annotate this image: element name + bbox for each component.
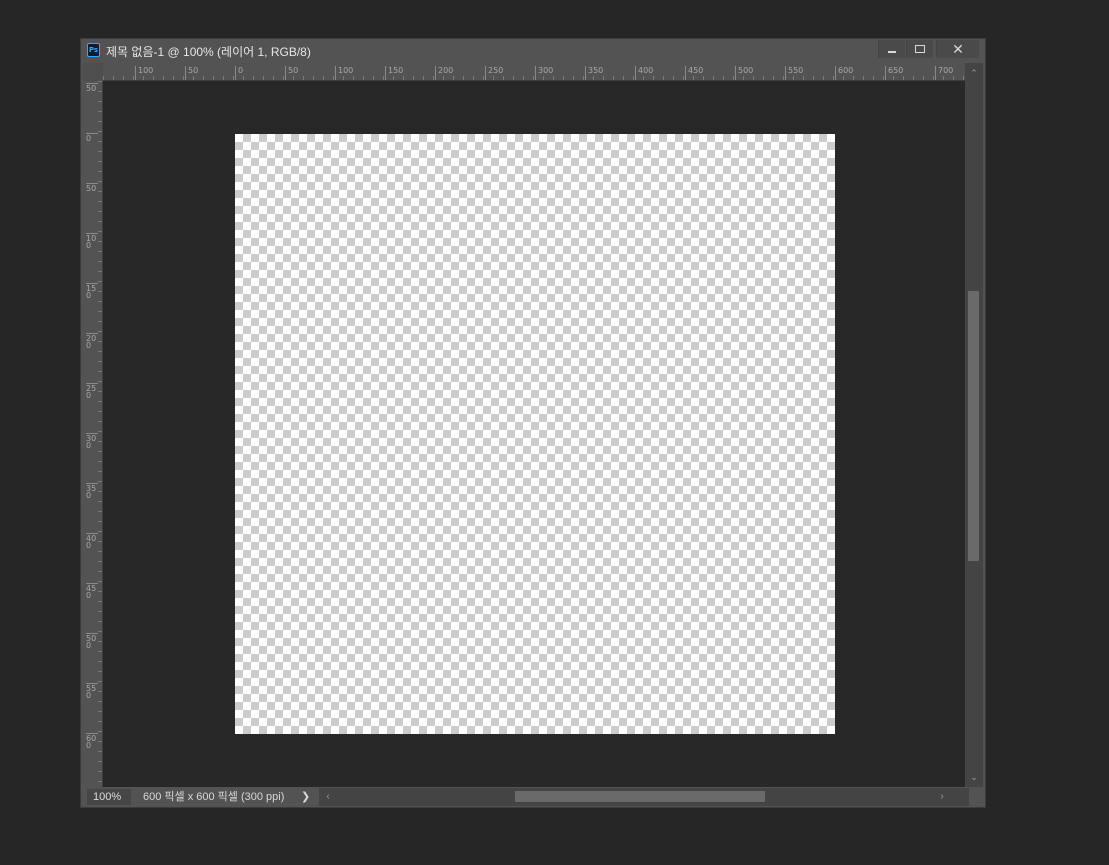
status-bar: 100% 600 픽셀 x 600 픽셀 (300 ppi) ❯ ‹ ›: [83, 787, 983, 807]
transparent-canvas[interactable]: [235, 134, 835, 734]
scroll-down-icon[interactable]: ⌄: [965, 769, 983, 785]
ruler-v-label: 50: [86, 183, 98, 193]
close-button[interactable]: ✕: [936, 40, 979, 58]
ruler-h-label: 100: [335, 66, 353, 80]
photoshop-icon: Ps: [87, 43, 100, 57]
ruler-h-label: 600: [835, 66, 853, 80]
scroll-right-icon[interactable]: ›: [935, 788, 949, 806]
ruler-v-label: 500: [86, 633, 98, 650]
ruler-v-label: 200: [86, 333, 98, 350]
ruler-v-label: 550: [86, 683, 98, 700]
vertical-ruler[interactable]: 50 0 50 100 150 200 250 300 350 400 450 500 550 600: [83, 81, 103, 787]
horizontal-scrollbar[interactable]: ‹ ›: [319, 788, 969, 806]
ruler-v-label: 100: [86, 233, 98, 250]
document-title-bar[interactable]: Ps 제목 없음-1 @ 100% (레이어 1, RGB/8) ✕: [81, 39, 985, 63]
vertical-scroll-thumb[interactable]: [968, 291, 979, 561]
ruler-v-label: 0: [86, 133, 98, 143]
ruler-h-label: 650: [885, 66, 903, 80]
ruler-v-label: 600: [86, 733, 98, 750]
maximize-icon: [915, 45, 925, 53]
horizontal-ruler[interactable]: 100 50 0 50 100 150 200 250 300 350 400 450 500 550 60…: [103, 63, 965, 81]
ruler-h-label: 50: [285, 66, 298, 80]
document-window: Ps 제목 없음-1 @ 100% (레이어 1, RGB/8) ✕ 100 50…: [80, 38, 986, 808]
zoom-level-field[interactable]: 100%: [87, 789, 131, 805]
document-info: 600 픽셀 x 600 픽셀 (300 ppi): [143, 791, 285, 803]
ruler-h-label: 550: [785, 66, 803, 80]
scroll-left-icon[interactable]: ‹: [321, 788, 335, 806]
ruler-v-label: 400: [86, 533, 98, 550]
ruler-h-label: 100: [135, 66, 153, 80]
vertical-scrollbar[interactable]: ⌃ ⌄: [965, 63, 983, 787]
horizontal-scroll-thumb[interactable]: [515, 791, 765, 802]
ruler-h-label: 250: [485, 66, 503, 80]
ruler-v-label: 300: [86, 433, 98, 450]
document-title: 제목 없음-1 @ 100% (레이어 1, RGB/8): [106, 45, 311, 59]
ruler-h-label: 700: [935, 66, 953, 80]
status-menu-arrow-icon[interactable]: ❯: [301, 789, 310, 805]
canvas-workspace[interactable]: [103, 81, 965, 787]
close-icon: ✕: [952, 40, 964, 57]
ruler-v-label: 250: [86, 383, 98, 400]
ruler-h-label: 150: [385, 66, 403, 80]
scroll-up-icon[interactable]: ⌃: [965, 65, 983, 81]
ruler-v-label: 150: [86, 283, 98, 300]
ruler-h-label: 400: [635, 66, 653, 80]
ruler-h-label: 450: [685, 66, 703, 80]
ruler-h-label: 50: [185, 66, 198, 80]
maximize-button[interactable]: [906, 40, 933, 58]
ruler-h-label: 200: [435, 66, 453, 80]
ruler-h-label: 0: [235, 66, 243, 80]
ruler-h-label: 500: [735, 66, 753, 80]
ruler-v-label: 50: [86, 83, 98, 93]
minimize-icon: [888, 50, 896, 53]
ruler-v-label: 350: [86, 483, 98, 500]
ruler-h-label: 300: [535, 66, 553, 80]
ruler-origin[interactable]: [83, 63, 103, 81]
ruler-v-label: 450: [86, 583, 98, 600]
ruler-h-label: 350: [585, 66, 603, 80]
minimize-button[interactable]: [878, 40, 905, 58]
